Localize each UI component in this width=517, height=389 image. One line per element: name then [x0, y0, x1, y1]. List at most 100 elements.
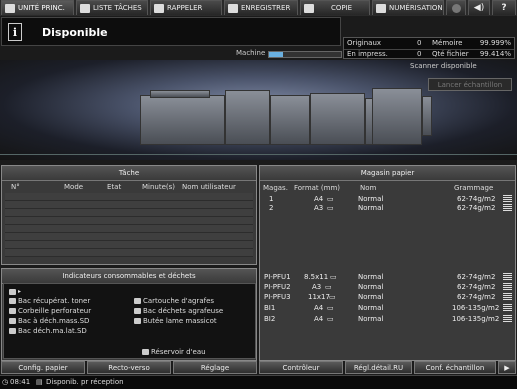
paper-level-icon	[503, 283, 512, 290]
list-icon	[80, 3, 90, 13]
impress-value: 0	[417, 50, 422, 58]
job-row[interactable]	[5, 193, 253, 201]
toner-icon	[9, 288, 16, 295]
landscape-icon: ▭	[325, 283, 332, 291]
tab-label: COPIE	[331, 4, 353, 12]
tray-id: 1	[269, 195, 274, 203]
tray-row-bi1[interactable]: BI1 A4 ▭ Normal 106-135g/m2	[262, 304, 515, 313]
scanner-status: Scanner disponible	[410, 62, 477, 70]
consumables-title: Indicateurs consommables et déchets	[2, 269, 256, 284]
adjustment-button[interactable]: Réglage	[173, 361, 257, 374]
camera-icon-item: ▸	[9, 288, 21, 295]
tray-weight: 62-74g/m2	[457, 283, 496, 291]
machine-unit-2	[225, 90, 270, 145]
paper-level-icon	[503, 195, 512, 202]
sample-start-button[interactable]: Lancer échantillon	[428, 78, 512, 91]
tray-id: BI2	[264, 315, 276, 323]
speaker-icon: ◀)	[473, 3, 485, 13]
duplex-button[interactable]: Recto-verso	[87, 361, 171, 374]
machine-label: Machine	[236, 49, 266, 57]
status-title: Disponible	[42, 26, 108, 39]
jobs-panel: Tâche N° Mode Etat Minute(s) Nom utilisa…	[1, 165, 257, 265]
consumable-item: Bac déch.ma.lat.SD	[9, 327, 87, 335]
globe-button[interactable]	[446, 0, 466, 15]
volume-button[interactable]: ◀)	[468, 0, 490, 15]
save-icon	[228, 3, 238, 13]
consumable-label: Bac déchets agrafeuse	[143, 307, 224, 315]
water-tank-icon	[142, 349, 149, 355]
tray-id: 2	[269, 204, 274, 212]
fichier-label: Qté fichier	[432, 50, 469, 58]
tab-unite-princ[interactable]: UNITÉ PRINC.	[1, 0, 74, 15]
paper-level-icon	[503, 315, 512, 322]
tray-paper-name: Normal	[358, 273, 384, 281]
tab-numerisation[interactable]: NUMÉRISATION	[372, 0, 444, 15]
globe-icon	[451, 3, 461, 13]
tray-row-pi-pfu2[interactable]: PI-PFU2 A3 ▭ Normal 62-74g/m2	[262, 283, 515, 292]
consumable-label: Bac déch.ma.lat.SD	[18, 327, 87, 335]
stage-floor	[0, 154, 517, 155]
machine-finisher	[372, 88, 422, 145]
tray-row-bi2[interactable]: BI2 A4 ▭ Normal 106-135g/m2	[262, 315, 515, 324]
tray-row-2[interactable]: 2 A3 ▭ Normal 62-74g/m2	[262, 204, 515, 213]
tray-format: A4	[314, 195, 324, 203]
jobs-col-minutes: Minute(s)	[142, 183, 176, 191]
consumable-label: Bac récupérat. toner	[18, 297, 91, 305]
job-row[interactable]	[5, 225, 253, 233]
scan-icon	[376, 3, 386, 13]
jobs-col-no: N°	[11, 183, 20, 191]
tab-label: UNITÉ PRINC.	[18, 4, 65, 12]
ru-detail-button[interactable]: Régl.détail.RU	[345, 361, 412, 374]
tray-paper-name: Normal	[358, 293, 384, 301]
tab-copie[interactable]: COPIE	[300, 0, 370, 15]
tray-row-pi-pfu3[interactable]: PI-PFU3 11x17 ▭ Normal 62-74g/m2	[262, 293, 515, 302]
machine-output-tray	[422, 96, 432, 136]
job-row[interactable]	[5, 201, 253, 209]
job-row[interactable]	[5, 217, 253, 225]
controller-button[interactable]: Contrôleur	[259, 361, 343, 374]
landscape-icon: ▭	[329, 293, 336, 301]
footer-status: Disponib. pr réception	[46, 378, 124, 386]
tab-enregistrer[interactable]: ENREGISTRER	[224, 0, 298, 15]
trim-bin-icon	[9, 318, 16, 324]
consumable-label: Réservoir d'eau	[151, 348, 206, 356]
help-button[interactable]: ?	[492, 0, 516, 15]
next-page-button[interactable]: ▶	[498, 361, 516, 374]
machine-unit-main	[140, 95, 225, 145]
machine-unit-4	[310, 93, 365, 145]
machine-illustration	[0, 60, 517, 160]
recall-icon	[154, 3, 164, 13]
tab-label: LISTE TÂCHES	[93, 4, 142, 12]
tray-row-1[interactable]: 1 A4 ▭ Normal 62-74g/m2	[262, 195, 515, 204]
job-row[interactable]	[5, 209, 253, 217]
paper-level-icon	[503, 304, 512, 311]
consumable-item: Bac à déch.mass.SD	[9, 317, 89, 325]
paper-setting-button[interactable]: Config. papier	[1, 361, 85, 374]
job-row[interactable]	[5, 249, 253, 257]
consumable-label: Cartouche d'agrafes	[143, 297, 215, 305]
jobs-title: Tâche	[2, 166, 256, 181]
portrait-icon: ▭	[327, 304, 334, 312]
portrait-icon: ▭	[330, 273, 337, 281]
portrait-icon: ▭	[327, 195, 334, 203]
sample-config-button[interactable]: Conf. échantillon	[414, 361, 496, 374]
job-row[interactable]	[5, 241, 253, 249]
jobs-col-etat: Etat	[107, 183, 122, 191]
consumable-item: Réservoir d'eau	[142, 348, 206, 356]
printer-status-icon: ▤	[36, 378, 43, 386]
portrait-icon: ▭	[327, 315, 334, 323]
job-row[interactable]	[5, 233, 253, 241]
consumable-label: Butée lame massicot	[143, 317, 217, 325]
tab-rappeler[interactable]: RAPPELER	[150, 0, 222, 15]
counters-panel: Originaux 0 Mémoire 99.999% En impress. …	[343, 37, 515, 59]
machine-progress-fill	[269, 52, 284, 57]
paper-level-icon	[503, 273, 512, 280]
tray-id: PI-PFU2	[264, 283, 291, 291]
machine-progress-bar	[268, 51, 342, 58]
staple-cartridge-icon	[134, 298, 141, 304]
tray-row-pi-pfu1[interactable]: PI-PFU1 8.5x11 ▭ Normal 62-74g/m2	[262, 273, 515, 282]
consumable-item: Bac récupérat. toner	[9, 297, 90, 305]
tab-liste-taches[interactable]: LISTE TÂCHES	[76, 0, 148, 15]
tray-paper-name: Normal	[358, 304, 384, 312]
tab-label: RAPPELER	[167, 4, 203, 12]
